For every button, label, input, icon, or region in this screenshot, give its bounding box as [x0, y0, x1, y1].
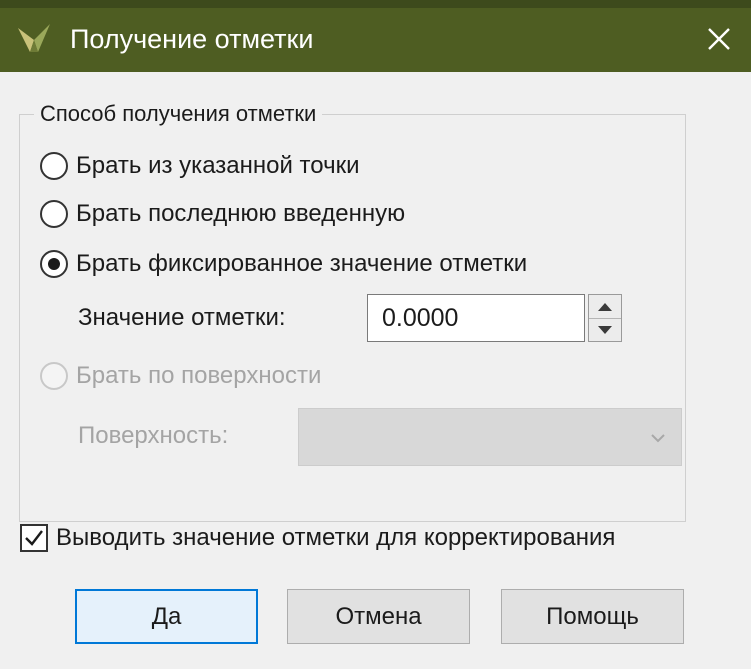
radio-label: Брать из указанной точки [76, 152, 360, 179]
title-bar[interactable]: Получение отметки [0, 8, 751, 72]
radio-last-entered[interactable]: Брать последнюю введенную [40, 196, 405, 232]
arrow-up-icon [598, 302, 612, 311]
help-button[interactable]: Помощь [501, 589, 684, 644]
elevation-spinner[interactable] [588, 294, 622, 342]
close-button[interactable] [694, 14, 744, 64]
elevation-value-input[interactable] [367, 294, 585, 342]
chevron-down-icon [651, 434, 665, 443]
dialog-title: Получение отметки [70, 24, 314, 54]
close-icon [708, 28, 730, 50]
group-label: Способ получения отметки [34, 100, 323, 128]
radio-label: Брать по поверхности [76, 362, 322, 389]
radio-button-disabled[interactable] [40, 362, 68, 390]
radio-button[interactable] [40, 200, 68, 228]
show-for-correction-checkbox[interactable] [20, 524, 48, 552]
radio-label: Брать фиксированное значение отметки [76, 250, 528, 277]
spin-down-button[interactable] [589, 318, 621, 341]
radio-by-surface[interactable]: Брать по поверхности [40, 358, 321, 394]
radio-from-point[interactable]: Брать из указанной точки [40, 148, 360, 184]
elevation-value-label: Значение отметки: [78, 304, 286, 331]
show-for-correction-option[interactable]: Выводить значение отметки для корректиро… [20, 521, 615, 555]
surface-label: Поверхность: [78, 422, 229, 449]
app-logo-icon [16, 22, 52, 56]
radio-button-selected[interactable] [40, 250, 68, 278]
radio-button[interactable] [40, 152, 68, 180]
cancel-button[interactable]: Отмена [287, 589, 470, 644]
show-for-correction-label: Выводить значение отметки для корректиро… [56, 524, 616, 551]
radio-fixed-value[interactable]: Брать фиксированное значение отметки [40, 246, 527, 282]
ok-button[interactable]: Да [75, 589, 258, 644]
surface-select[interactable] [298, 408, 682, 466]
window-top-edge [0, 0, 751, 8]
dialog-body: Способ получения отметки Брать из указан… [0, 72, 751, 669]
arrow-down-icon [598, 325, 612, 334]
spin-up-button[interactable] [589, 295, 621, 319]
radio-label: Брать последнюю введенную [76, 200, 406, 227]
checkmark-icon [25, 530, 43, 546]
